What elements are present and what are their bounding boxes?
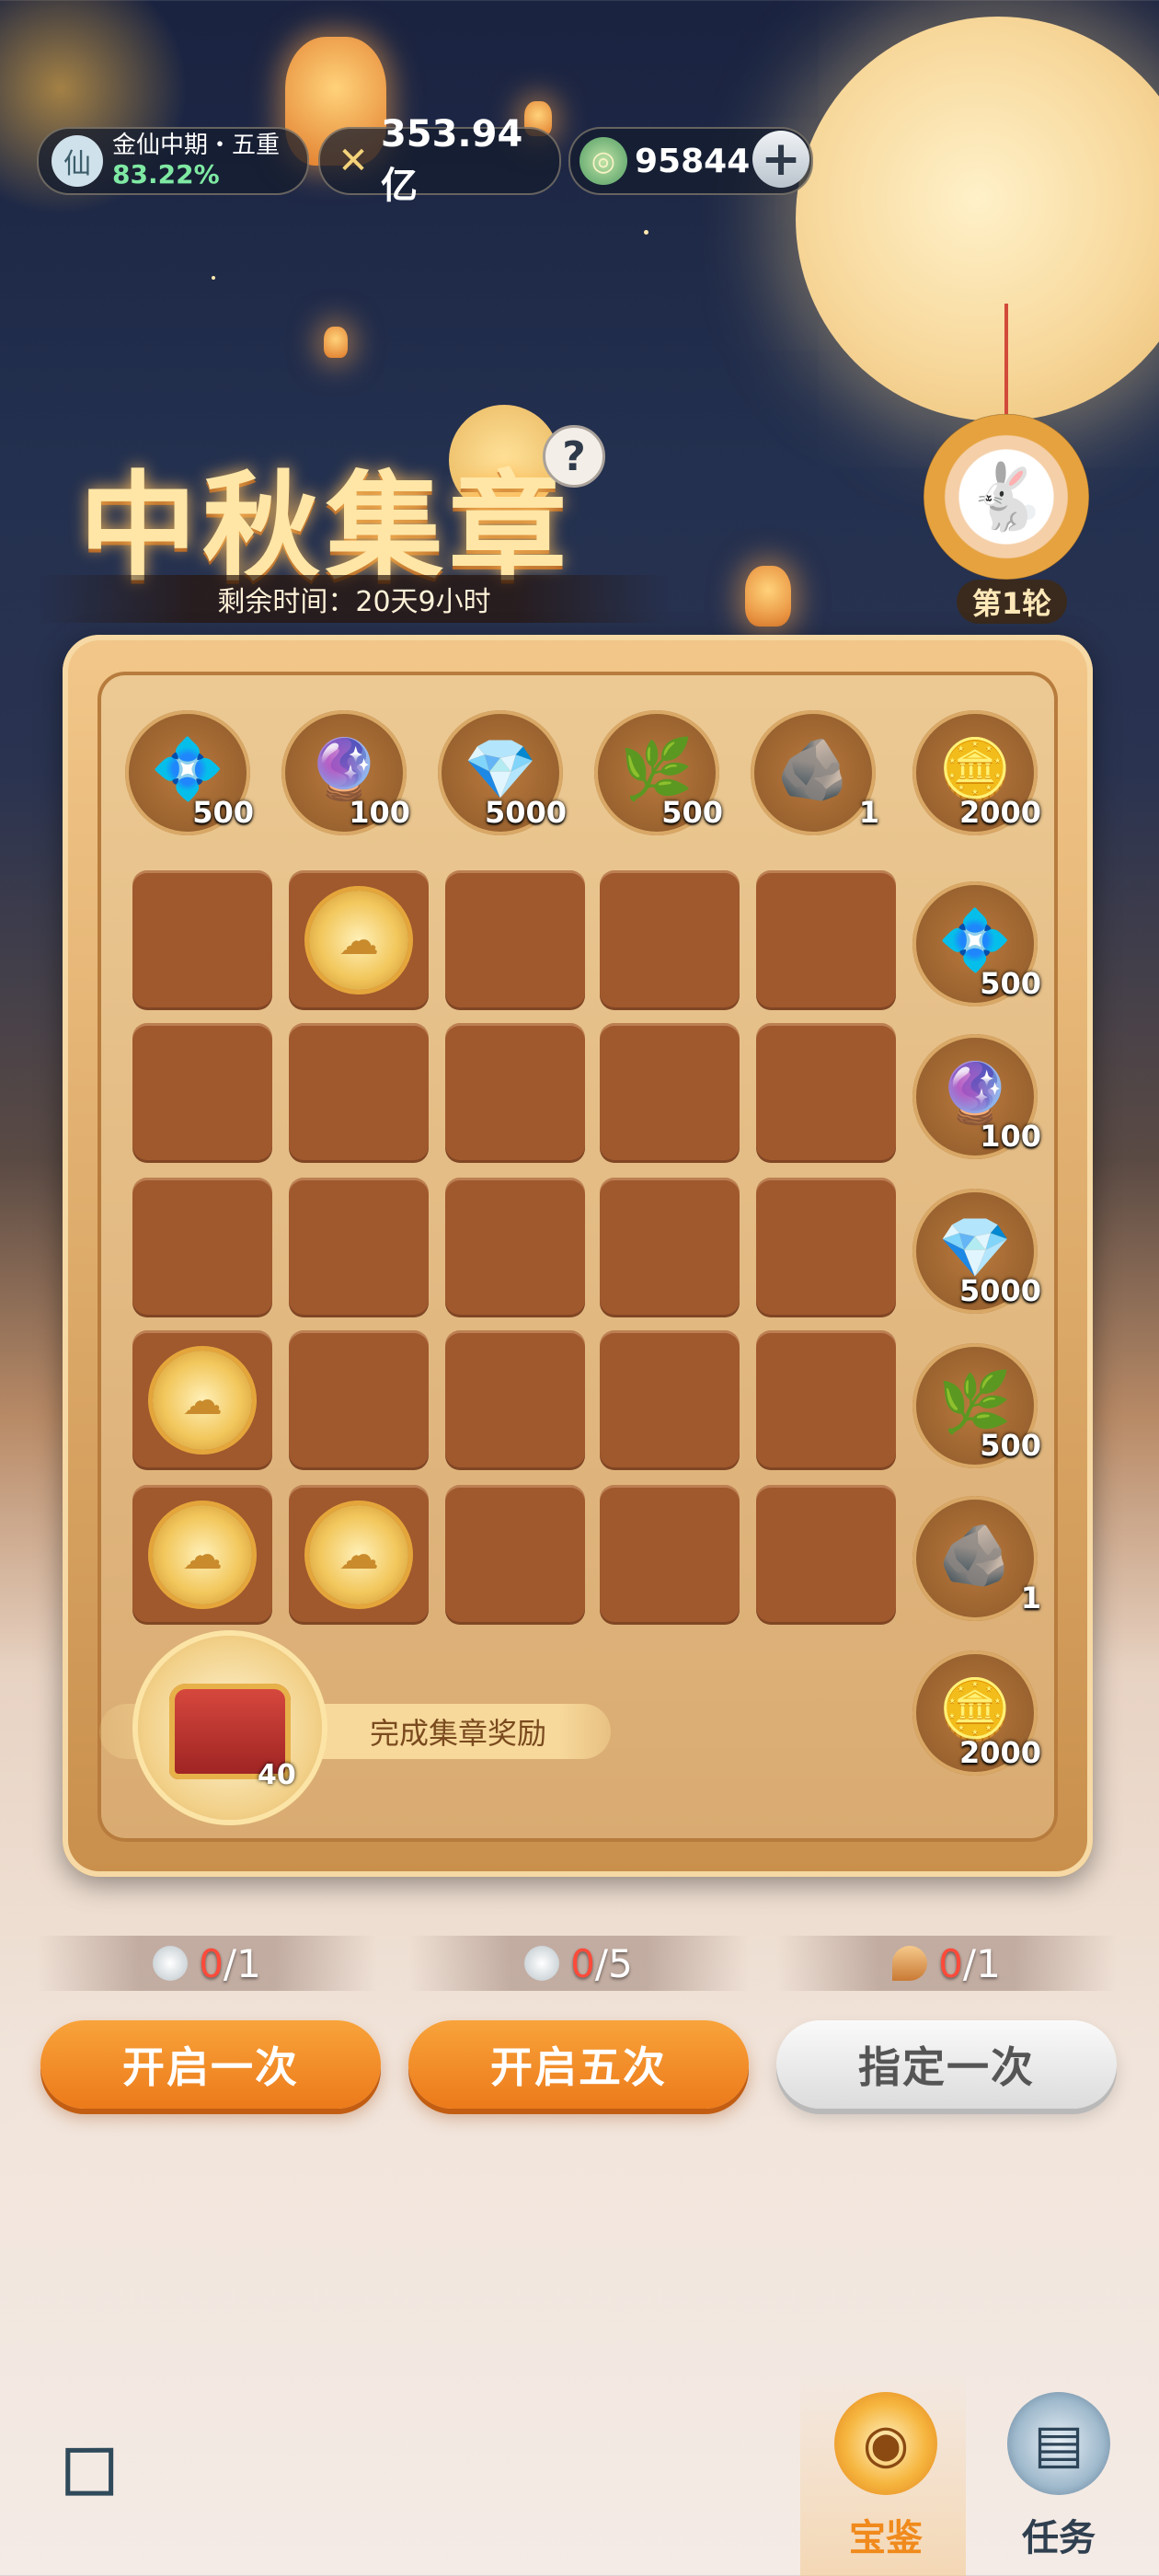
reward-bubble[interactable]: 🪨 1 <box>912 1496 1041 1621</box>
realm-name: 金仙中期・五重 <box>112 131 281 159</box>
complete-reward-label: 完成集章奖励 <box>369 1716 546 1751</box>
cloud-stamp-icon: ☁ <box>309 891 408 990</box>
chest-quantity: 40 <box>258 1759 296 1791</box>
stamp-cell[interactable] <box>600 1023 740 1163</box>
reward-bubble[interactable]: 💠 500 <box>125 710 254 835</box>
full-moon-decoration <box>796 17 1159 421</box>
round-label: 第1轮 <box>957 580 1067 624</box>
cloud-stamp-icon: ☁ <box>153 1351 252 1450</box>
reward-bubble[interactable]: 🪙 2000 <box>912 710 1041 835</box>
tab-treasure-label: 宝鉴 <box>849 2517 923 2559</box>
stamp-cell[interactable]: ☁ <box>289 1485 429 1625</box>
silver-token-icon <box>524 1946 560 1981</box>
stamp-cell[interactable] <box>600 1330 740 1470</box>
counter-used: 0 <box>570 1940 595 1986</box>
counter-total: /1 <box>223 1940 261 1986</box>
counter-total: /5 <box>594 1940 633 1986</box>
tab-tasks-label: 任务 <box>1022 2517 1096 2559</box>
reward-bubble[interactable]: 💠 500 <box>912 881 1041 1006</box>
stamp-cell[interactable] <box>756 1178 896 1317</box>
reward-bubble[interactable]: 🌿 500 <box>912 1343 1041 1468</box>
crossed-swords-icon: ✕ <box>338 140 369 182</box>
designate-once-counter: 0/1 <box>776 1936 1117 1991</box>
feather-token-icon <box>892 1946 928 1981</box>
stamp-cell[interactable] <box>132 1178 272 1317</box>
reward-quantity: 100 <box>980 1119 1041 1154</box>
badge-string-decoration <box>1004 304 1008 414</box>
reward-quantity: 500 <box>192 795 254 830</box>
reward-bubble[interactable]: 💎 5000 <box>438 710 567 835</box>
task-scroll-icon: ▤ <box>1007 2392 1110 2495</box>
ore-stone-icon: 🪨 <box>776 735 850 804</box>
open-once-button[interactable]: 开启一次 <box>40 2020 381 2109</box>
help-button[interactable]: ? <box>543 425 605 488</box>
star-decoration <box>644 230 648 235</box>
stamp-cell[interactable] <box>600 1485 740 1625</box>
combat-power-value: 353.94亿 <box>380 113 523 207</box>
stamp-cell[interactable] <box>756 1023 896 1163</box>
lantern-decoration <box>324 327 348 358</box>
star-decoration <box>212 276 215 280</box>
reward-quantity: 1 <box>858 795 879 830</box>
stamp-cell[interactable] <box>756 1485 896 1625</box>
designate-once-button[interactable]: 指定一次 <box>776 2020 1117 2109</box>
reward-bubble[interactable]: 🪨 1 <box>751 710 879 835</box>
immortal-avatar-icon: 仙 <box>52 135 103 187</box>
reward-bubble[interactable]: 🔮 100 <box>281 710 410 835</box>
reward-quantity: 1 <box>1020 1581 1041 1616</box>
jade-rabbit-icon[interactable]: 🐇 <box>924 414 1089 580</box>
add-currency-button[interactable]: + <box>752 131 809 188</box>
stamp-cell[interactable] <box>600 870 740 1010</box>
silver-token-icon <box>153 1946 189 1981</box>
stamp-cell[interactable] <box>445 1178 585 1317</box>
lantern-decoration <box>745 566 791 627</box>
counter-used: 0 <box>938 1940 963 1986</box>
ore-stone-icon: 🪨 <box>938 1521 1012 1590</box>
reward-quantity: 100 <box>349 795 410 830</box>
counter-total: /1 <box>962 1940 1001 1986</box>
time-remaining: 剩余时间：20天9小时 <box>37 575 671 623</box>
game-logo-icon[interactable]: ◇ <box>18 2390 172 2544</box>
reward-quantity: 5000 <box>958 1273 1041 1308</box>
stamp-cell[interactable]: ☁ <box>132 1330 272 1470</box>
reward-quantity: 500 <box>980 966 1041 1001</box>
open-five-button[interactable]: 开启五次 <box>408 2020 749 2109</box>
realm-pill[interactable]: 仙 金仙中期・五重 83.22% <box>37 127 309 195</box>
stamp-cell[interactable] <box>600 1178 740 1317</box>
reward-bubble[interactable]: 💎 5000 <box>912 1189 1041 1314</box>
stamp-cell[interactable] <box>445 1023 585 1163</box>
cloud-stamp-icon: ☁ <box>309 1505 408 1604</box>
stamp-cell[interactable] <box>132 1023 272 1163</box>
stamp-cell[interactable] <box>445 870 585 1010</box>
combat-power-pill: ✕ 353.94亿 <box>318 113 561 207</box>
counter-used: 0 <box>199 1940 224 1986</box>
realm-progress: 83.22% <box>112 158 220 190</box>
reward-quantity: 2000 <box>958 1735 1041 1770</box>
stamp-cell[interactable] <box>756 870 896 1010</box>
reward-quantity: 2000 <box>958 795 1041 830</box>
stamp-cell[interactable] <box>289 1178 429 1317</box>
stamp-cell[interactable] <box>132 870 272 1010</box>
reward-quantity: 5000 <box>484 795 567 830</box>
reward-quantity: 500 <box>980 1428 1041 1463</box>
tab-tasks[interactable]: ▤ 任务 <box>990 2392 1128 2576</box>
stamp-cell[interactable]: ☁ <box>132 1485 272 1625</box>
cloud-stamp-icon: ☁ <box>153 1505 252 1604</box>
open-once-counter: 0/1 <box>37 1936 377 1991</box>
stamp-cell[interactable] <box>756 1330 896 1470</box>
reward-bubble[interactable]: 🪙 2000 <box>912 1650 1041 1776</box>
jade-currency-value: 95844 <box>635 142 751 180</box>
tab-treasure[interactable]: ◉ 宝鉴 <box>817 2392 955 2576</box>
jade-coin-icon: ◎ <box>580 137 627 185</box>
stamp-cell[interactable] <box>445 1485 585 1625</box>
reward-quantity: 500 <box>661 795 723 830</box>
stamp-cell[interactable]: ☁ <box>289 870 429 1010</box>
reward-bubble[interactable]: 🔮 100 <box>912 1034 1041 1159</box>
reward-bubble[interactable]: 🌿 500 <box>594 710 723 835</box>
stamp-cell[interactable] <box>445 1330 585 1470</box>
stamp-cell[interactable] <box>289 1023 429 1163</box>
treasure-mirror-icon: ◉ <box>834 2392 937 2495</box>
open-five-counter: 0/5 <box>408 1936 749 1991</box>
stamp-cell[interactable] <box>289 1330 429 1470</box>
